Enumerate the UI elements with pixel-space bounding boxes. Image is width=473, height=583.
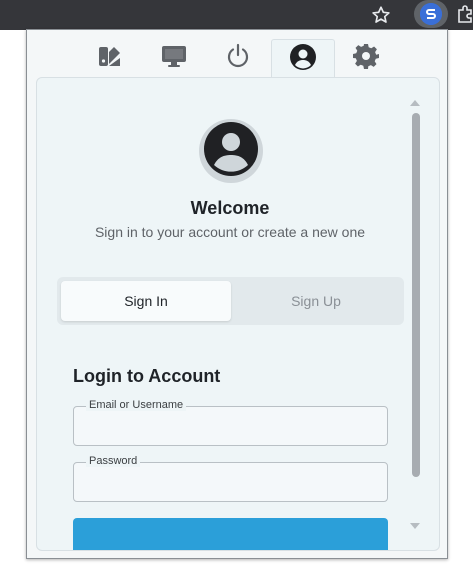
- auth-mode-toggle: Sign In Sign Up: [57, 277, 404, 325]
- scrollbar-thumb[interactable]: [412, 113, 420, 477]
- extension-button[interactable]: [414, 0, 448, 28]
- power-icon: [224, 42, 252, 75]
- form-title: Login to Account: [73, 366, 221, 386]
- extension-popup: Welcome Sign in to your account or creat…: [26, 29, 448, 559]
- tab-power[interactable]: [207, 39, 269, 77]
- welcome-heading: Welcome: [190, 198, 270, 218]
- scroll-up-arrow-icon[interactable]: [410, 100, 420, 106]
- monitor-icon: [160, 42, 188, 75]
- scroll-down-arrow-icon[interactable]: [410, 523, 420, 529]
- account-panel: Welcome Sign in to your account or creat…: [36, 77, 440, 551]
- email-field-label: Email or Username: [86, 399, 187, 411]
- palette-icon: [96, 42, 124, 75]
- bookmark-star-icon[interactable]: [370, 4, 392, 26]
- tab-theme[interactable]: [79, 39, 141, 77]
- email-field: Email or Username: [73, 399, 388, 446]
- user-circle-icon: [289, 43, 317, 76]
- user-avatar-icon: [203, 121, 259, 182]
- browser-toolbar: [0, 0, 473, 30]
- extension-logo-icon: [420, 3, 442, 25]
- password-field-label: Password: [86, 455, 141, 467]
- tab-display[interactable]: [143, 39, 205, 77]
- tab-settings[interactable]: [335, 39, 397, 77]
- gear-icon: [352, 42, 380, 75]
- password-field: Password: [73, 455, 388, 502]
- password-input[interactable]: [74, 463, 387, 501]
- welcome-subtitle: Sign in to your account or create a new …: [94, 224, 366, 240]
- tab-account[interactable]: [271, 39, 335, 79]
- sign-in-tab[interactable]: Sign In: [61, 281, 231, 321]
- login-button[interactable]: [73, 518, 388, 550]
- tab-bar: [27, 30, 447, 79]
- avatar: [199, 119, 263, 183]
- email-input[interactable]: [74, 407, 387, 445]
- sign-up-tab[interactable]: Sign Up: [231, 281, 401, 321]
- extensions-puzzle-icon[interactable]: [456, 4, 473, 24]
